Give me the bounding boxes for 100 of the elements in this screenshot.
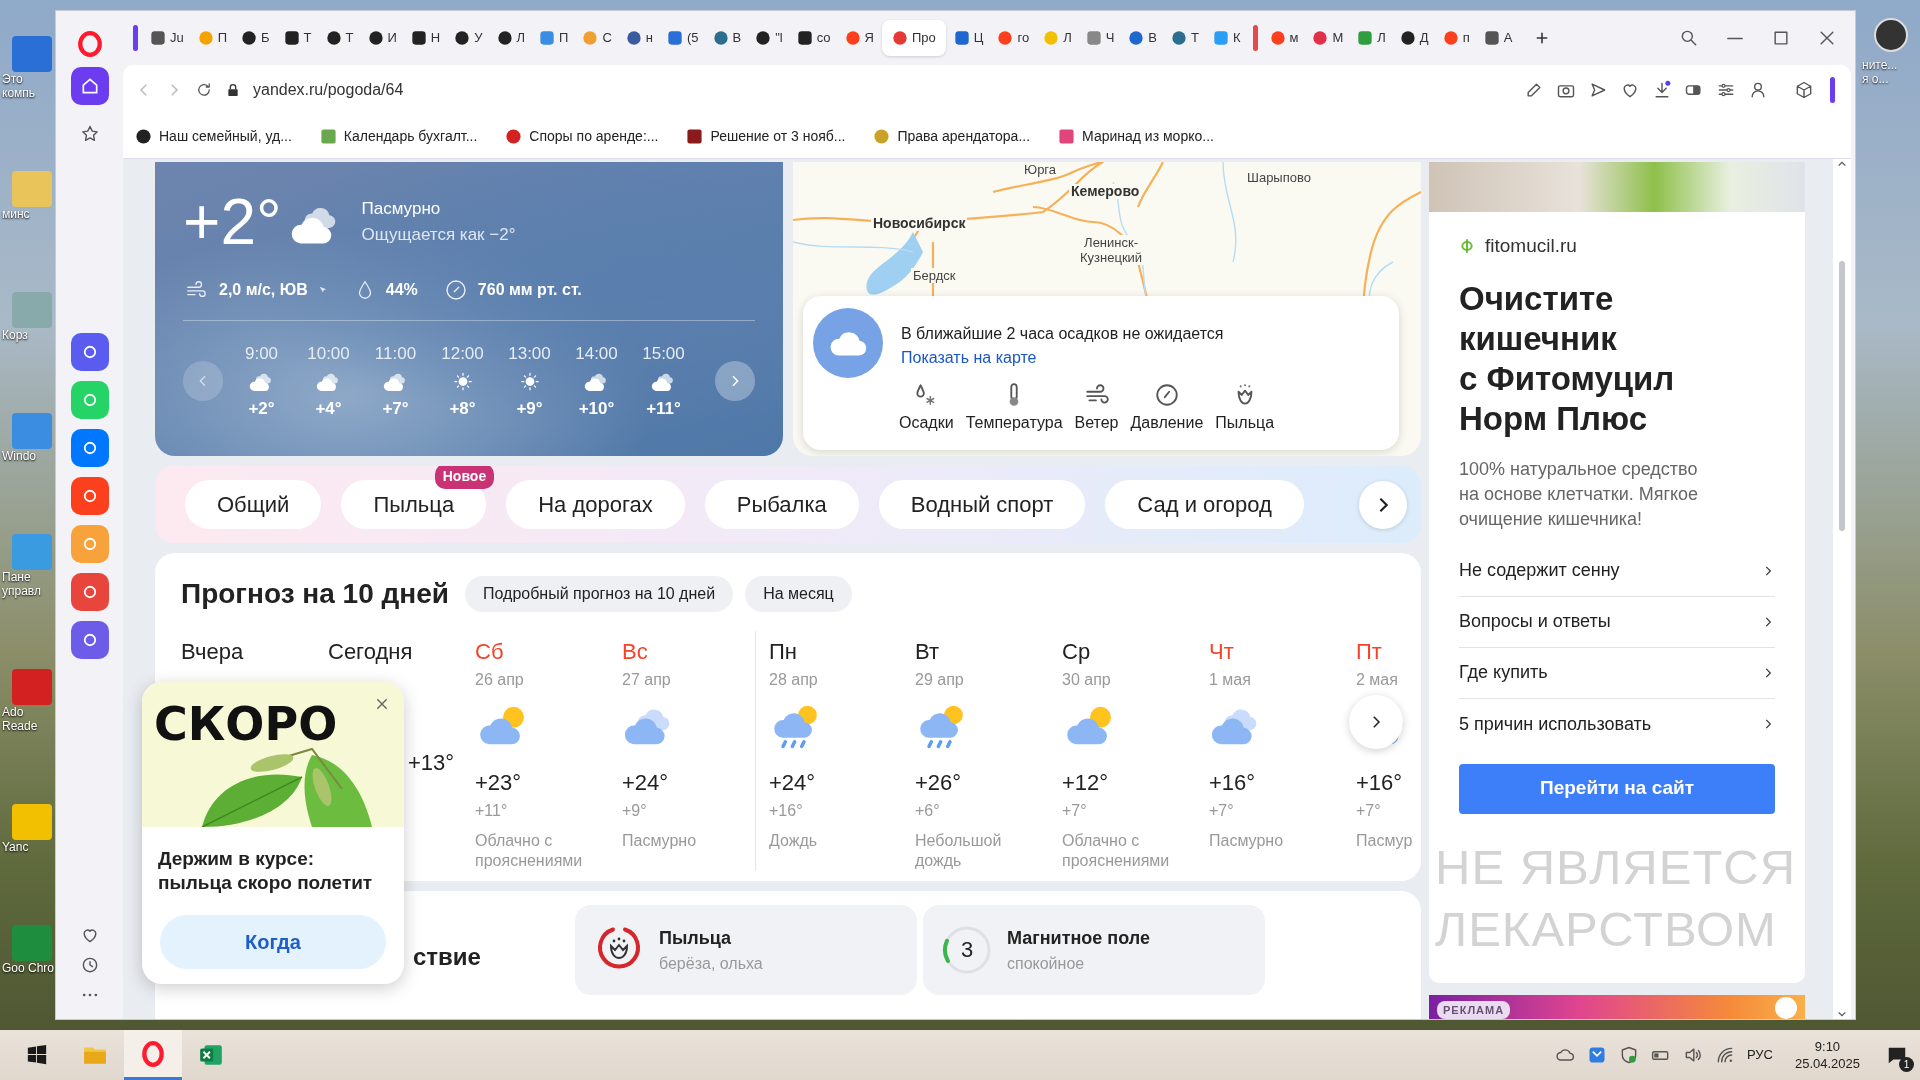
day-name: Сб: [475, 638, 505, 666]
when-button[interactable]: Когда: [160, 915, 386, 969]
browser-tab[interactable]: "l: [749, 20, 789, 56]
bookmark-link[interactable]: Споры по аренде:...: [505, 126, 659, 147]
browser-tab[interactable]: Л: [1351, 20, 1392, 56]
tab-group-marker: [1252, 25, 1258, 51]
desktop-shortcut-icon[interactable]: [1874, 18, 1908, 52]
category-tab[interactable]: Рыбалка: [704, 480, 859, 530]
taskbar-app-button[interactable]: [124, 1030, 182, 1080]
messenger-app-button[interactable]: [70, 621, 109, 659]
browser-tab[interactable]: П: [533, 20, 575, 56]
browser-tab[interactable]: Б: [235, 20, 276, 56]
bookmark-link[interactable]: Календарь бухгалт...: [319, 126, 478, 147]
browser-tab[interactable]: го: [991, 20, 1036, 56]
opera-logo-icon[interactable]: [76, 31, 103, 57]
site-icon: [1128, 30, 1145, 46]
desktop-shortcut-label: минс: [1, 206, 31, 221]
forecast-link-button[interactable]: Подробный прогноз на 10 дней: [465, 576, 734, 612]
browser-tab[interactable]: Д: [1393, 20, 1435, 56]
ad-link[interactable]: Вопросы и ответы: [1459, 596, 1775, 648]
bookmark-link[interactable]: Наш семейный, уд...: [135, 126, 292, 147]
browser-tab[interactable]: В: [706, 20, 748, 56]
sidebar-toggle-marker: [1830, 77, 1835, 103]
category-tab[interactable]: Сад и огород: [1105, 480, 1304, 530]
clock[interactable]: 9:10 25.04.2025: [1794, 1038, 1860, 1072]
browser-tab[interactable]: со: [790, 20, 837, 56]
messenger-app-button[interactable]: [70, 429, 109, 467]
browser-tab[interactable]: Я: [838, 20, 880, 56]
magnetic-field-tile[interactable]: 3 Магнитное поле спокойное: [922, 905, 1265, 996]
city-label: Ленинск- Кузнецкий: [1078, 235, 1145, 265]
browser-tab[interactable]: (5: [660, 20, 705, 56]
browser-tab[interactable]: Ju: [144, 20, 190, 56]
browser-tab[interactable]: Л: [490, 20, 532, 56]
pollen-tile[interactable]: Пыльца берёза, ольха: [574, 905, 917, 996]
messenger-app-button[interactable]: [70, 333, 109, 371]
visit-site-button[interactable]: Перейти на сайт: [1459, 763, 1775, 814]
condition-text: Пасмур: [1356, 831, 1414, 851]
day-date: 27 апр: [622, 670, 672, 690]
browser-tab[interactable]: Ч: [1079, 20, 1121, 56]
site-icon: [712, 30, 729, 46]
hour-time: 14:00: [575, 343, 618, 365]
map-view[interactable]: Юрга Кемерово Шарыпово Новосибирск Ленинск- Кузнецкий Бердск В ближайшие 2 часа осадков не ожидается Показать на карте Осадки Температура Ветер Давление Пыльца: [793, 162, 1421, 457]
browser-tab[interactable]: Ц: [947, 20, 990, 56]
browser-tab[interactable]: И: [361, 20, 403, 56]
day-name: Вт: [915, 638, 941, 666]
browser-tab[interactable]: Т: [319, 20, 360, 56]
bookmark-link[interactable]: Маринад из морко...: [1058, 126, 1214, 147]
forecast-link-button[interactable]: На месяц: [745, 576, 852, 612]
site-icon: [283, 30, 300, 46]
edit-icon[interactable]: [1524, 80, 1544, 100]
map-layer-button[interactable]: Осадки: [895, 382, 958, 435]
bookmark-link[interactable]: Решение от 3 нояб...: [686, 126, 846, 147]
category-tab[interactable]: Общий: [185, 480, 322, 530]
site-icon: [496, 30, 513, 46]
browser-tab[interactable]: В: [1122, 20, 1163, 56]
browser-tab[interactable]: м: [1263, 20, 1305, 56]
notification-button[interactable]: 1: [1882, 1040, 1912, 1070]
category-tab[interactable]: Водный спорт: [878, 480, 1086, 530]
map-layer-button[interactable]: Пыльца: [1211, 382, 1279, 435]
browser-tab[interactable]: С: [576, 20, 618, 56]
map-layer-button[interactable]: Ветер: [1070, 382, 1123, 435]
show-on-map-link[interactable]: Показать на карте: [901, 349, 1037, 366]
browser-tab[interactable]: А: [1477, 20, 1519, 56]
cube-icon[interactable]: [1794, 80, 1814, 100]
ad-link[interactable]: 5 причин использовать: [1459, 698, 1775, 750]
language-indicator[interactable]: РУС: [1746, 1045, 1773, 1065]
ad-link[interactable]: Где купить: [1459, 647, 1775, 699]
browser-tab[interactable]: п: [1436, 20, 1476, 56]
browser-tab[interactable]: Т: [277, 20, 318, 56]
scroll-down-icon[interactable]: [1837, 1009, 1847, 1019]
browser-tab[interactable]: Про: [882, 20, 946, 56]
map-layer-button[interactable]: Давление: [1126, 382, 1208, 435]
browser-tab[interactable]: н: [619, 20, 659, 56]
map-layer-button[interactable]: Температура: [961, 382, 1067, 435]
category-tab[interactable]: Пыльца: [341, 480, 487, 530]
messenger-app-button[interactable]: [70, 573, 109, 611]
site-icon: [873, 128, 891, 145]
messenger-app-button[interactable]: [70, 477, 109, 515]
reload-icon[interactable]: [195, 81, 213, 99]
promo-text: Держим в курсе: пыльца скоро полетит: [157, 847, 374, 895]
browser-tab[interactable]: К: [1206, 20, 1247, 56]
url-field[interactable]: yandex.ru/pogoda/64: [253, 78, 1512, 102]
category-tab[interactable]: На дорогах: [506, 480, 685, 530]
site-icon: [1483, 30, 1500, 46]
browser-tab[interactable]: П: [191, 20, 234, 56]
next-button[interactable]: [1359, 480, 1407, 529]
browser-tab[interactable]: Н: [404, 20, 447, 56]
scrollbar-thumb[interactable]: [1839, 261, 1845, 531]
browser-tab[interactable]: Т: [1165, 20, 1205, 56]
site-icon: [1212, 30, 1229, 46]
site-icon: [319, 128, 337, 145]
browser-tab[interactable]: Л: [1037, 20, 1078, 56]
ad-link[interactable]: Не содержит сенну: [1459, 545, 1775, 597]
bookmark-link[interactable]: Права арендатора...: [873, 126, 1031, 147]
desktop-shortcut-label: Корз: [1, 327, 29, 342]
home-button[interactable]: [70, 67, 109, 105]
low-temperature: +6°: [915, 801, 941, 821]
scroll-up-icon[interactable]: [1837, 159, 1847, 169]
browser-tab[interactable]: У: [448, 20, 489, 56]
browser-tab[interactable]: М: [1306, 20, 1350, 56]
